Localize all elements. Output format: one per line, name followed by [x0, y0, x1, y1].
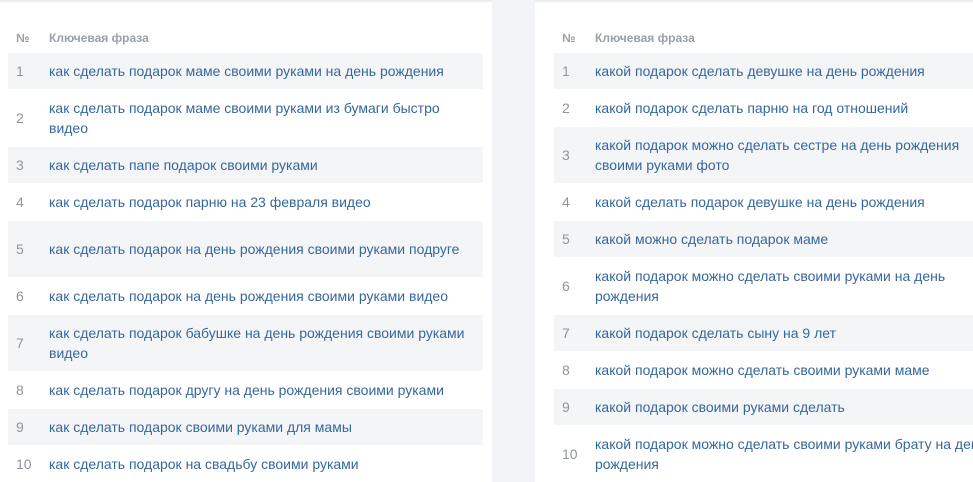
- keyword-link[interactable]: как сделать подарок маме своими руками н…: [49, 61, 483, 81]
- keyword-link[interactable]: как сделать подарок на свадьбу своими ру…: [49, 454, 483, 474]
- keyword-link[interactable]: какой можно сделать подарок маме: [595, 229, 973, 249]
- row-number: 8: [16, 382, 24, 398]
- keyword-link[interactable]: какой подарок можно сделать своими рукам…: [595, 360, 973, 380]
- table-header: № Ключевая фраза: [554, 24, 973, 52]
- keyword-link[interactable]: какой подарок сделать парню на год отнош…: [595, 98, 973, 118]
- table-row: 8 какой подарок можно сделать своими рук…: [554, 351, 973, 388]
- keyword-link[interactable]: какой сделать подарок девушке на день ро…: [595, 192, 973, 212]
- row-number: 7: [16, 335, 24, 351]
- table-header: № Ключевая фраза: [8, 24, 483, 52]
- keyword-link[interactable]: какой подарок сделать девушке на день ро…: [595, 61, 973, 81]
- column-header-phrase: Ключевая фраза: [49, 31, 149, 45]
- table-row: 8 как сделать подарок другу на день рожд…: [8, 371, 483, 408]
- column-header-number: №: [562, 31, 576, 45]
- row-number: 4: [562, 194, 570, 210]
- table-row: 9 какой подарок своими руками сделать: [554, 388, 973, 425]
- table-row: 10 какой подарок можно сделать своими ру…: [554, 425, 973, 482]
- row-number: 6: [562, 278, 570, 294]
- column-header-number: №: [16, 31, 30, 45]
- table-row: 3 как сделать папе подарок своими руками: [8, 146, 483, 183]
- row-number: 2: [16, 110, 24, 126]
- table-row: 6 как сделать подарок на день рождения с…: [8, 277, 483, 314]
- row-number: 3: [16, 157, 24, 173]
- column-header-phrase: Ключевая фраза: [595, 31, 695, 45]
- row-number: 6: [16, 288, 24, 304]
- row-number: 3: [562, 147, 570, 163]
- keyword-link[interactable]: какой подарок можно сделать сестре на де…: [595, 135, 973, 175]
- table-row: 5 как сделать подарок на день рождения с…: [8, 220, 483, 277]
- left-keyword-panel: № Ключевая фраза 1 как сделать подарок м…: [0, 0, 492, 482]
- row-number: 1: [16, 63, 24, 79]
- table-row: 2 какой подарок сделать парню на год отн…: [554, 89, 973, 126]
- keyword-link[interactable]: какой подарок можно сделать своими рукам…: [595, 434, 973, 474]
- row-number: 1: [562, 63, 570, 79]
- keyword-link[interactable]: как сделать подарок маме своими руками и…: [49, 98, 483, 138]
- row-number: 5: [562, 231, 570, 247]
- table-row: 7 какой подарок сделать сыну на 9 лет: [554, 314, 973, 351]
- table-row: 7 как сделать подарок бабушке на день ро…: [8, 314, 483, 371]
- right-keyword-table: № Ключевая фраза 1 какой подарок сделать…: [554, 24, 973, 482]
- keyword-link[interactable]: какой подарок можно сделать своими рукам…: [595, 266, 973, 306]
- table-row: 9 как сделать подарок своими руками для …: [8, 408, 483, 445]
- keyword-link[interactable]: как сделать подарок на день рождения сво…: [49, 239, 483, 259]
- keyword-link[interactable]: какой подарок своими руками сделать: [595, 397, 973, 417]
- row-number: 7: [562, 325, 570, 341]
- table-row: 5 какой можно сделать подарок маме: [554, 220, 973, 257]
- row-number: 10: [562, 446, 578, 462]
- left-keyword-table: № Ключевая фраза 1 как сделать подарок м…: [8, 24, 483, 482]
- keyword-link[interactable]: как сделать подарок другу на день рожден…: [49, 380, 483, 400]
- table-row: 2 как сделать подарок маме своими руками…: [8, 89, 483, 146]
- row-number: 5: [16, 241, 24, 257]
- keyword-link[interactable]: как сделать подарок на день рождения сво…: [49, 286, 483, 306]
- right-keyword-panel: № Ключевая фраза 1 какой подарок сделать…: [535, 0, 973, 482]
- table-row: 10 как сделать подарок на свадьбу своими…: [8, 445, 483, 482]
- row-number: 2: [562, 100, 570, 116]
- table-row: 3 какой подарок можно сделать сестре на …: [554, 126, 973, 183]
- row-number: 9: [16, 419, 24, 435]
- keyword-link[interactable]: как сделать подарок парню на 23 февраля …: [49, 192, 483, 212]
- keyword-link[interactable]: как сделать папе подарок своими руками: [49, 155, 483, 175]
- panel-top-divider: [0, 0, 492, 2]
- row-number: 8: [562, 362, 570, 378]
- row-number: 4: [16, 194, 24, 210]
- table-row: 1 как сделать подарок маме своими руками…: [8, 52, 483, 89]
- table-row: 4 как сделать подарок парню на 23 феврал…: [8, 183, 483, 220]
- panel-top-divider: [535, 0, 973, 2]
- keyword-link[interactable]: как сделать подарок своими руками для ма…: [49, 417, 483, 437]
- keyword-link[interactable]: как сделать подарок бабушке на день рожд…: [49, 323, 483, 363]
- table-row: 1 какой подарок сделать девушке на день …: [554, 52, 973, 89]
- row-number: 10: [16, 456, 32, 472]
- row-number: 9: [562, 399, 570, 415]
- table-row: 6 какой подарок можно сделать своими рук…: [554, 257, 973, 314]
- table-row: 4 какой сделать подарок девушке на день …: [554, 183, 973, 220]
- keyword-link[interactable]: какой подарок сделать сыну на 9 лет: [595, 323, 973, 343]
